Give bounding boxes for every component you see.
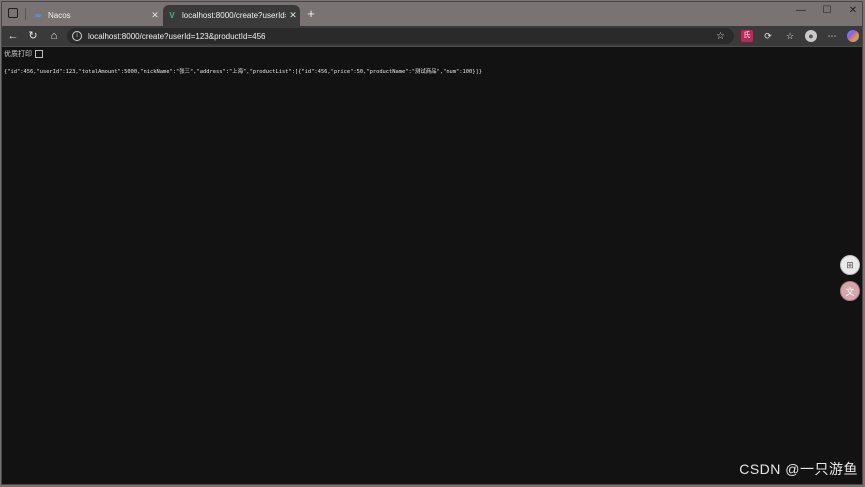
more-icon[interactable]: ⋯ bbox=[826, 30, 838, 42]
tab-actions-icon[interactable] bbox=[8, 8, 18, 18]
back-icon[interactable]: ← bbox=[6, 29, 20, 43]
address-bar[interactable]: i localhost:8000/create?userId=123&produ… bbox=[67, 28, 734, 44]
side-translate-icon[interactable]: 文 bbox=[840, 281, 860, 301]
home-icon[interactable]: ⌂ bbox=[47, 29, 61, 43]
browser-window: ∞ Nacos ✕ V localhost:8000/create?userId… bbox=[1, 1, 863, 485]
new-tab-icon[interactable]: + bbox=[304, 7, 318, 21]
maximize-icon[interactable]: ☐ bbox=[819, 5, 835, 16]
tab-label: localhost:8000/create?userId=12 bbox=[182, 11, 286, 20]
settings-icon[interactable]: ⟳ bbox=[762, 30, 774, 42]
minimize-icon[interactable]: — bbox=[793, 5, 809, 16]
tab-separator bbox=[25, 8, 26, 20]
side-app-icon[interactable]: ⊞ bbox=[840, 255, 860, 275]
pretty-print-toggle[interactable]: 优质打印 bbox=[4, 49, 43, 59]
info-icon[interactable]: i bbox=[72, 31, 82, 41]
favorites-icon[interactable]: ☆ bbox=[784, 30, 796, 42]
nacos-favicon-icon: ∞ bbox=[35, 11, 41, 20]
tab-nacos[interactable]: ∞ Nacos ✕ bbox=[29, 5, 162, 26]
json-response: {"id":456,"userId":123,"totalAmount":500… bbox=[4, 69, 483, 75]
watermark: CSDN @一只游鱼 bbox=[739, 461, 858, 477]
close-icon[interactable]: ✕ bbox=[148, 10, 162, 21]
copilot-icon[interactable] bbox=[847, 30, 859, 42]
pretty-print-checkbox[interactable] bbox=[35, 50, 43, 58]
title-bar: ∞ Nacos ✕ V localhost:8000/create?userId… bbox=[2, 2, 862, 26]
url-text[interactable]: localhost:8000/create?userId=123&product… bbox=[88, 32, 716, 41]
close-icon[interactable]: ✕ bbox=[286, 10, 300, 21]
star-icon[interactable]: ☆ bbox=[716, 31, 730, 42]
pretty-print-label: 优质打印 bbox=[4, 51, 32, 58]
page-content: 优质打印 {"id":456,"userId":123,"totalAmount… bbox=[2, 46, 862, 484]
close-window-icon[interactable]: ✕ bbox=[845, 5, 861, 16]
refresh-icon[interactable]: ↻ bbox=[26, 29, 40, 43]
tab-localhost[interactable]: V localhost:8000/create?userId=12 ✕ bbox=[163, 5, 300, 26]
extension-icon[interactable]: 氏 bbox=[741, 30, 753, 42]
vue-favicon-icon: V bbox=[169, 11, 175, 20]
profile-icon[interactable]: ● bbox=[805, 30, 817, 42]
toolbar: ← ↻ ⌂ i localhost:8000/create?userId=123… bbox=[2, 26, 862, 46]
tab-label: Nacos bbox=[48, 11, 71, 20]
